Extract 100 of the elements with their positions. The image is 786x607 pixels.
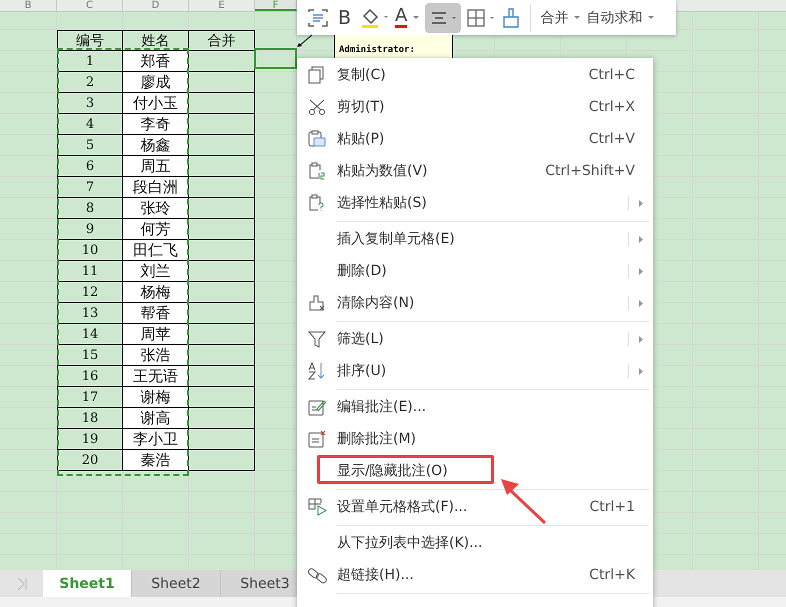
table-cell: 4 [57,114,123,135]
menu-item[interactable]: 清除内容(N) [297,287,653,319]
table-cell: 刘兰 [123,261,189,282]
table-header: 姓名 [123,30,189,51]
table-cell: 9 [57,219,123,240]
table-cell: 16 [57,366,123,387]
table-cell: 何芳 [123,219,189,240]
bold-button[interactable]: B [338,6,352,28]
table-cell [189,282,255,303]
fill-color-icon[interactable] [360,6,390,28]
table-cell: 秦浩 [123,450,189,471]
menu-item[interactable]: 设置单元格格式(F)... Ctrl+1 [297,491,653,523]
table-cell [189,198,255,219]
align-center-icon[interactable] [425,2,462,32]
filter-icon [308,330,326,348]
shortcut-text: Ctrl+X [588,99,635,115]
menu-label: 插入复制单元格(E) [337,230,455,248]
table-cell [189,261,255,282]
table-cell: 郑香 [123,51,189,72]
link-icon [308,566,328,584]
menu-label: 复制(C) [337,66,386,84]
table-cell: 1 [57,51,123,72]
paste-icon [308,130,326,148]
borders-icon[interactable] [466,8,496,28]
table-cell: 15 [57,345,123,366]
sort-icon [308,362,326,380]
table-cell: 帮香 [123,303,189,324]
menu-label: 清除内容(N) [337,294,414,312]
column-header[interactable]: D [123,0,189,11]
table-cell [189,135,255,156]
table-cell: 12 [57,282,123,303]
table-cell [189,219,255,240]
menu-item[interactable]: 从下拉列表中选择(K)... [297,527,653,559]
menu-label: 设置单元格格式(F)... [337,498,468,516]
menu-item[interactable]: 显示/隐藏批注(O) [297,455,653,487]
table-cell: 5 [57,135,123,156]
table-cell: 17 [57,387,123,408]
table-cell [189,177,255,198]
menu-item[interactable]: 选择性粘贴(S) [297,187,653,219]
menu-item[interactable]: 粘贴(P) Ctrl+V [297,123,653,155]
table-cell: 谢梅 [123,387,189,408]
table-cell: 李小卫 [123,429,189,450]
autosum-button[interactable]: 自动求和 [586,8,642,26]
menu-label: 删除(D) [337,262,387,280]
sheet-tab[interactable]: Sheet2 [132,570,221,597]
sheet-tab[interactable]: Sheet1 [43,570,132,597]
table-cell: 19 [57,429,123,450]
menu-label: 超链接(H)... [337,566,414,584]
table-cell: 3 [57,93,123,114]
table-cell: 谢高 [123,408,189,429]
table-cell: 付小玉 [123,93,189,114]
format-icon[interactable] [307,8,329,28]
selected-cell[interactable] [254,48,297,69]
table-cell: 张玲 [123,198,189,219]
column-header[interactable]: B [0,0,57,11]
column-header[interactable]: C [57,0,123,11]
menu-label: 编辑批注(E)... [337,398,426,416]
menu-item[interactable]: 删除(D) [297,255,653,287]
shortcut-text: Ctrl+K [589,567,635,583]
table-cell: 杨梅 [123,282,189,303]
dropdown-icon[interactable] [647,14,656,20]
table-cell: 13 [57,303,123,324]
table-cell [189,72,255,93]
paint-brush-icon[interactable] [501,6,522,28]
menu-label: 从下拉列表中选择(K)... [337,534,482,552]
table-cell: 李奇 [123,114,189,135]
table-cell [189,324,255,345]
menu-item[interactable]: 剪切(T) Ctrl+X [297,91,653,123]
menu-label: 粘贴为数值(V) [337,162,428,180]
menu-item[interactable]: 复制(C) Ctrl+C [297,59,653,91]
menu-label: 粘贴(P) [337,130,384,148]
table-cell [189,450,255,471]
menu-item[interactable]: 插入复制单元格(E) [297,223,653,255]
eraser-icon [308,294,326,312]
dropdown-icon[interactable] [573,14,582,20]
merge-button[interactable]: 合并 [540,8,568,26]
table-cell: 段白洲 [123,177,189,198]
table-cell: 田仁飞 [123,240,189,261]
menu-item[interactable]: 排序(U) [297,355,653,387]
table-cell [189,387,255,408]
table-cell: 7 [57,177,123,198]
table-cell [189,408,255,429]
scissors-icon [308,99,326,115]
table-cell [189,429,255,450]
font-color-button[interactable]: A [395,7,408,28]
menu-item[interactable]: 粘贴为数值(V) Ctrl+Shift+V [297,155,653,187]
table-cell: 张浩 [123,345,189,366]
table-cell: 14 [57,324,123,345]
format-cells-icon [308,498,328,516]
menu-item[interactable]: 筛选(L) [297,323,653,355]
paste-values-icon [308,162,326,180]
table-cell: 王无语 [123,366,189,387]
shortcut-text: Ctrl+V [588,131,635,147]
menu-item[interactable]: 删除批注(M) [297,423,653,455]
table-cell: 杨鑫 [123,135,189,156]
menu-label: 筛选(L) [337,330,384,348]
table-cell [189,303,255,324]
dropdown-icon[interactable] [412,14,420,20]
menu-item[interactable]: 编辑批注(E)... [297,391,653,423]
shortcut-text: Ctrl+1 [589,499,635,515]
